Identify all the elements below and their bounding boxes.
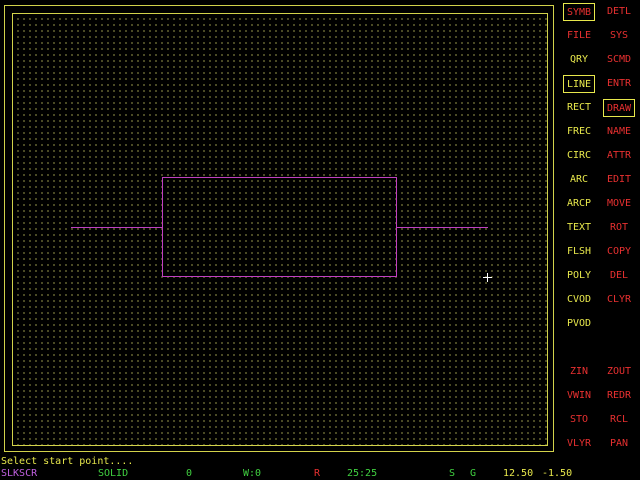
menu-symb-button[interactable]: SYMB: [563, 3, 595, 21]
status-r: R: [314, 468, 321, 479]
menu-vlyr-button[interactable]: VLYR: [563, 435, 595, 453]
status-width: W:0: [243, 468, 262, 479]
menu-vwin-button[interactable]: VWIN: [563, 387, 595, 405]
menu-detl-button[interactable]: DETL: [603, 3, 635, 21]
menu-pan-button[interactable]: PAN: [603, 435, 635, 453]
status-line-style: SOLID: [98, 468, 129, 479]
menu-circ-button[interactable]: CIRC: [563, 147, 595, 165]
menu-entr-button[interactable]: ENTR: [603, 75, 635, 93]
component-body-rectangle[interactable]: [162, 177, 397, 277]
menu-copy-button[interactable]: COPY: [603, 243, 635, 261]
status-x-coordinate: 12.50: [503, 468, 534, 479]
menu-redr-button[interactable]: REDR: [603, 387, 635, 405]
status-s: S: [449, 468, 456, 479]
drawing-layer: [71, 177, 492, 282]
menu-poly-button[interactable]: POLY: [563, 267, 595, 285]
crosshair-cursor-icon: [483, 273, 492, 282]
menu-rcl-button[interactable]: RCL: [603, 411, 635, 429]
menu-zin-button[interactable]: ZIN: [563, 363, 595, 381]
menu-move-button[interactable]: MOVE: [603, 195, 635, 213]
menu-text-button[interactable]: TEXT: [563, 219, 595, 237]
menu-zout-button[interactable]: ZOUT: [603, 363, 635, 381]
menu-arc-button[interactable]: ARC: [563, 171, 595, 189]
menu-del-button[interactable]: DEL: [603, 267, 635, 285]
status-zero: 0: [186, 468, 193, 479]
status-layer: SLKSCR: [1, 468, 38, 479]
menu-sto-button[interactable]: STO: [563, 411, 595, 429]
status-g: G: [470, 468, 477, 479]
menu-name-button[interactable]: NAME: [603, 123, 635, 141]
menu-cvod-button[interactable]: CVOD: [563, 291, 595, 309]
menu-line-button[interactable]: LINE: [563, 75, 595, 93]
status-grid: 25:25: [347, 468, 378, 479]
menu-clyr-button[interactable]: CLYR: [603, 291, 635, 309]
menu-rect-button[interactable]: RECT: [563, 99, 595, 117]
status-bar: SLKSCR SOLID 0 W:0 R 25:25 S G 12.50 -1.…: [0, 468, 640, 480]
menu-file-button[interactable]: FILE: [563, 27, 595, 45]
menu-arcp-button[interactable]: ARCP: [563, 195, 595, 213]
menu-pvod-button[interactable]: PVOD: [563, 315, 595, 333]
menu-frec-button[interactable]: FREC: [563, 123, 595, 141]
menu-flsh-button[interactable]: FLSH: [563, 243, 595, 261]
command-prompt: Select start point....: [1, 456, 134, 467]
menu-edit-button[interactable]: EDIT: [603, 171, 635, 189]
status-y-coordinate: -1.50: [542, 468, 573, 479]
menu-scmd-button[interactable]: SCMD: [603, 51, 635, 69]
menu-qry-button[interactable]: QRY: [563, 51, 595, 69]
menu-draw-button[interactable]: DRAW: [603, 99, 635, 117]
menu-rot-button[interactable]: ROT: [603, 219, 635, 237]
menu-sys-button[interactable]: SYS: [603, 27, 635, 45]
menu-attr-button[interactable]: ATTR: [603, 147, 635, 165]
